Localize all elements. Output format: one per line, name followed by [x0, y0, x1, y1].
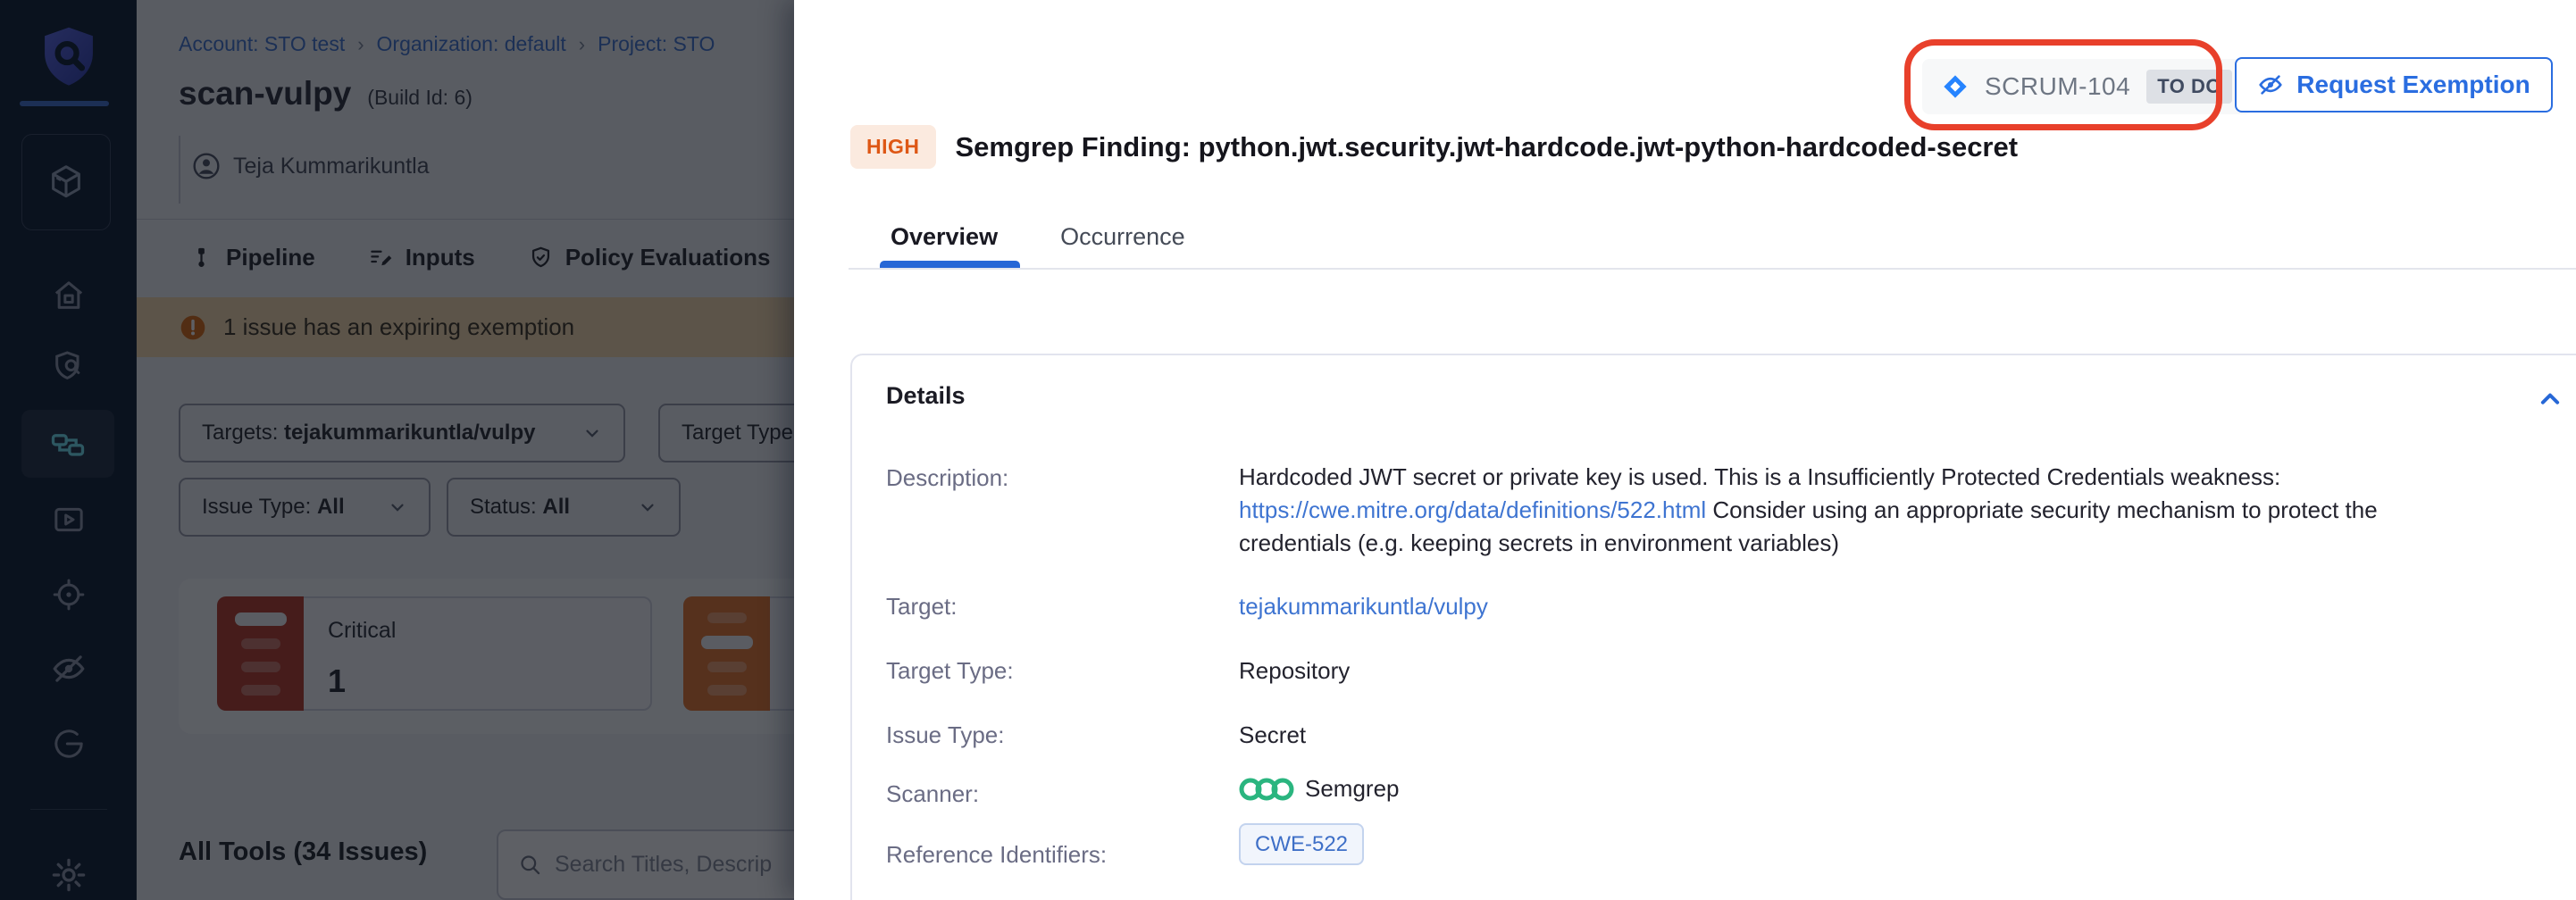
module-selector-button[interactable] [21, 134, 111, 230]
tab-inputs-label: Inputs [406, 244, 475, 271]
play-box-icon [51, 502, 87, 538]
details-card: Details Description: Hardcoded JWT secre… [850, 354, 2576, 900]
cwe-definition-link[interactable]: https://cwe.mitre.org/data/definitions/5… [1239, 496, 1706, 523]
issue-type-label: Issue Type: [886, 721, 1005, 749]
sidebar-item-exemptions[interactable] [0, 633, 137, 704]
jira-icon [1942, 73, 1969, 100]
tab-policy-evaluations-label: Policy Evaluations [565, 244, 771, 271]
chevron-up-icon[interactable] [2537, 386, 2563, 412]
jira-status-badge: TO DO [2146, 70, 2232, 104]
severity-card-value: 1 [328, 662, 346, 700]
page-title: scan-vulpy [179, 75, 351, 112]
target-label: Target: [886, 593, 958, 621]
details-heading: Details [886, 382, 966, 410]
filter-status-dropdown[interactable]: Status: All [447, 478, 681, 537]
sidebar-item-get-started[interactable] [0, 708, 137, 779]
sidebar-item-pipelines[interactable] [21, 410, 114, 478]
target-value-link[interactable]: tejakummarikuntla/vulpy [1239, 593, 1488, 621]
scanner-label: Scanner: [886, 780, 979, 808]
filter-issue-type-dropdown[interactable]: Issue Type: All [179, 478, 431, 537]
sto-shield-logo-icon[interactable] [34, 23, 104, 91]
request-exemption-label: Request Exemption [2296, 71, 2530, 99]
banner-text: 1 issue has an expiring exemption [223, 313, 574, 341]
reference-identifiers-label: Reference Identifiers: [886, 841, 1107, 869]
filter-targets-label: Targets: [202, 421, 278, 445]
user-avatar-icon [192, 152, 221, 180]
execution-tabs: Pipeline Inputs Policy Evaluations [189, 220, 770, 295]
breadcrumb: Account: STO test › Organization: defaul… [179, 32, 715, 56]
jira-ticket-chip[interactable]: SCRUM-104 TO DO [1922, 59, 2252, 114]
sidebar-item-home[interactable] [0, 260, 137, 331]
issue-type-value: Secret [1239, 721, 1306, 749]
shield-search-icon [51, 348, 87, 384]
breadcrumb-separator: › [579, 33, 585, 56]
filter-target-type-label: Target Type: [682, 421, 799, 446]
shield-check-icon [529, 246, 553, 270]
filter-targets-value: tejakummarikuntla/vulpy [284, 421, 535, 445]
finding-details-drawer: SCRUM-104 TO DO Request Exemption HIGH S… [794, 0, 2576, 900]
tab-policy-evaluations[interactable]: Policy Evaluations [529, 244, 771, 271]
cwe-badge-label: CWE-522 [1239, 823, 1364, 865]
get-started-icon [51, 726, 87, 762]
scanner-name: Semgrep [1305, 775, 1400, 803]
jira-ticket-key: SCRUM-104 [1985, 72, 2130, 101]
breadcrumb-org-link[interactable]: Organization: default [377, 32, 566, 56]
sidebar-divider [30, 809, 107, 810]
breadcrumb-separator: › [357, 33, 364, 56]
critical-gauge-icon [217, 596, 304, 711]
eye-off-icon [50, 650, 88, 688]
severity-card-critical[interactable]: Critical 1 [217, 596, 652, 711]
exemption-expiring-banner: 1 issue has an expiring exemption [137, 297, 794, 357]
sidebar-accent-divider [20, 101, 109, 106]
finding-title: Semgrep Finding: python.jwt.security.jwt… [956, 131, 2019, 163]
description-label: Description: [886, 464, 1008, 492]
chevron-down-icon [582, 423, 602, 443]
semgrep-logo-icon [1239, 776, 1294, 803]
user-name-label: Teja Kummarikuntla [233, 154, 430, 179]
description-text-before: Hardcoded JWT secret or private key is u… [1239, 463, 2280, 490]
inputs-pencil-icon [369, 246, 393, 270]
left-nav-sidebar [0, 0, 137, 900]
tab-pipeline[interactable]: Pipeline [189, 244, 315, 271]
severity-card-label: Critical [328, 618, 396, 644]
cube-icon [46, 162, 87, 203]
reference-identifier-badge[interactable]: CWE-522 [1239, 832, 1364, 857]
sidebar-item-overview[interactable] [0, 330, 137, 402]
filter-status-value: All [542, 495, 570, 519]
execution-meta-divider [179, 136, 180, 204]
breadcrumb-project-link[interactable]: Project: STO [598, 32, 715, 56]
filter-issue-type-label: Issue Type: [202, 495, 311, 519]
settings-gear-icon [50, 856, 88, 894]
high-gauge-icon [683, 596, 770, 711]
build-id-label: (Build Id: 6) [367, 86, 473, 110]
sidebar-item-executions[interactable] [0, 484, 137, 555]
all-tools-heading: All Tools (34 Issues) [179, 838, 427, 867]
breadcrumb-account-link[interactable]: Account: STO test [179, 32, 345, 56]
tab-inputs[interactable]: Inputs [369, 244, 475, 271]
triggered-by-user: Teja Kummarikuntla [192, 152, 430, 180]
chevron-down-icon [638, 497, 657, 517]
target-type-value: Repository [1239, 657, 1350, 685]
request-exemption-button[interactable]: Request Exemption [2235, 57, 2553, 112]
sidebar-item-settings[interactable] [0, 839, 137, 900]
target-type-label: Target Type: [886, 657, 1014, 685]
warning-icon [179, 313, 207, 342]
home-icon [51, 278, 87, 313]
execution-page: Account: STO test › Organization: defaul… [137, 0, 794, 900]
severity-badge: HIGH [850, 125, 936, 169]
sidebar-item-targets[interactable] [0, 559, 137, 630]
chevron-down-icon [388, 497, 407, 517]
tab-pipeline-label: Pipeline [226, 244, 315, 271]
target-crosshair-icon [51, 577, 87, 612]
pipelines-icon [48, 424, 88, 463]
scanner-value: Semgrep [1239, 775, 1400, 803]
filter-status-label: Status: [470, 495, 537, 519]
description-value: Hardcoded JWT secret or private key is u… [1239, 461, 2409, 560]
filter-issue-type-value: All [317, 495, 345, 519]
tabs-divider [849, 268, 2576, 270]
pipeline-tab-icon [189, 246, 213, 270]
search-icon [518, 853, 542, 877]
eye-off-icon [2257, 71, 2284, 98]
filter-targets-dropdown[interactable]: Targets: tejakummarikuntla/vulpy [179, 404, 625, 462]
